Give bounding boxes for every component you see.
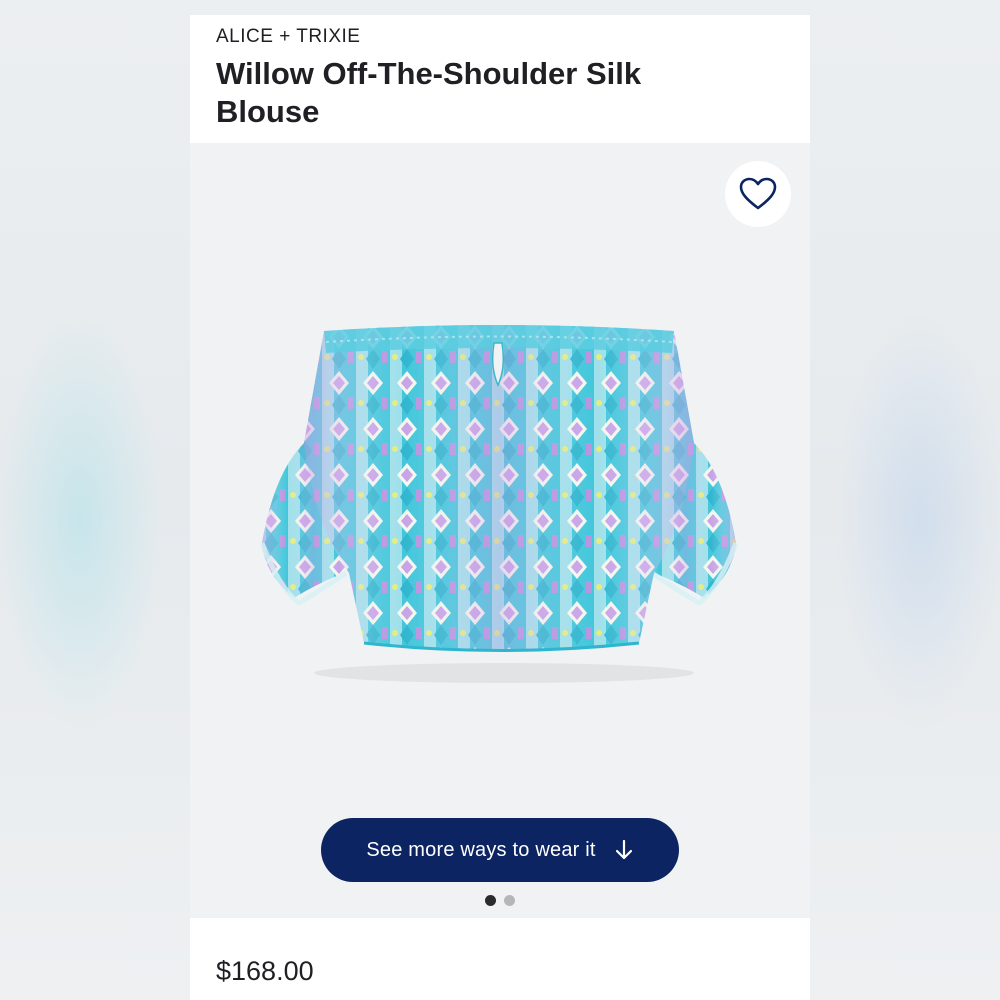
product-image-carousel[interactable]: See more ways to wear it: [190, 143, 810, 918]
favorite-button[interactable]: [725, 161, 791, 227]
carousel-dot-active[interactable]: [485, 895, 496, 906]
blouse-image: [259, 325, 739, 683]
carousel-indicator: [190, 895, 810, 907]
brand-name: ALICE + TRIXIE: [216, 26, 361, 47]
price-bar: $168.00: [190, 918, 810, 1000]
carousel-dot[interactable]: [504, 895, 515, 906]
product-price: $168.00: [216, 956, 314, 986]
see-more-ways-button[interactable]: See more ways to wear it: [321, 818, 679, 882]
product-screen: ALICE + TRIXIE Willow Off-The-Shoulder S…: [190, 15, 810, 1000]
see-more-label: See more ways to wear it: [366, 838, 596, 861]
arrow-down-icon: [615, 839, 632, 860]
product-header: ALICE + TRIXIE Willow Off-The-Shoulder S…: [190, 15, 810, 143]
product-title: Willow Off-The-Shoulder Silk Blouse: [216, 56, 642, 129]
heart-outline-icon: [739, 177, 777, 210]
